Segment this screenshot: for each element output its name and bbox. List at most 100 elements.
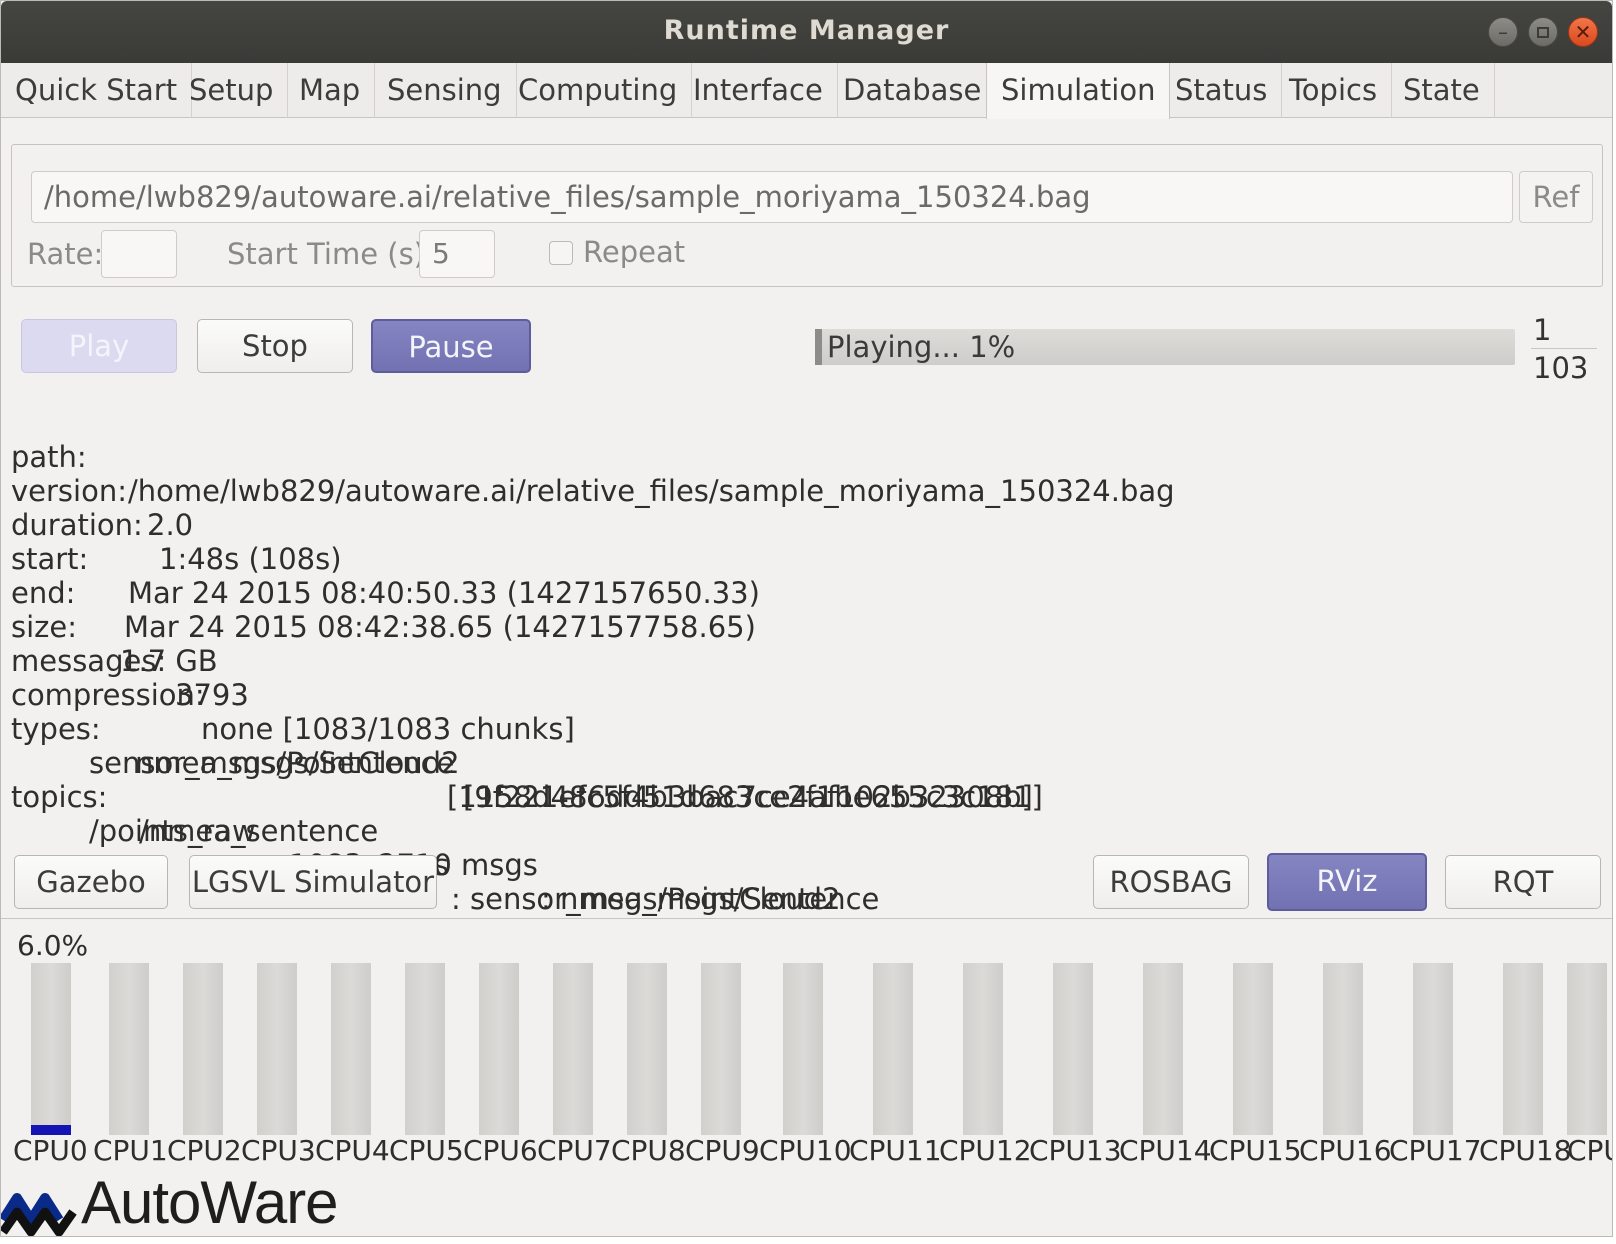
minimize-button[interactable]: – — [1488, 17, 1518, 47]
cpu-label: CPU7 — [537, 1134, 612, 1167]
info-value: Mar 24 2015 08:40:50.33 (1427157650.33) — [128, 576, 760, 610]
play-button[interactable]: Play — [21, 319, 177, 373]
cpu-bar — [963, 963, 1003, 1135]
info-row-version: version: 2.0 — [11, 440, 193, 542]
info-value: 1:48s (108s) — [159, 542, 342, 576]
cpu-label: CPU5 — [389, 1134, 464, 1167]
start-time-field[interactable]: 5 — [419, 230, 495, 278]
rate-label: Rate: — [27, 237, 104, 271]
playback-progress-bar: Playing... 1% — [815, 329, 1515, 365]
cpu-bar — [553, 963, 593, 1135]
cpu-bar — [701, 963, 741, 1135]
cpu-bar — [109, 963, 149, 1135]
info-row-start: start: Mar 24 2015 08:40:50.33 (14271576… — [11, 508, 760, 610]
info-row-duration: duration: 1:48s (108s) — [11, 474, 342, 576]
cpu-bar — [31, 963, 71, 1135]
repeat-checkbox[interactable] — [549, 241, 573, 265]
info-row-end: end: Mar 24 2015 08:42:38.65 (1427157758… — [11, 542, 756, 644]
cpu-bar — [257, 963, 297, 1135]
info-value: 2.0 — [147, 508, 194, 542]
topic-type: : sensor_msgs/PointCloud2 — [451, 882, 841, 916]
cpu-bar — [627, 963, 667, 1135]
topic-name: /points_raw — [89, 814, 256, 848]
bag-info-panel: path: /home/lwb829/autoware.ai/relative_… — [11, 406, 1175, 916]
rviz-button[interactable]: RViz — [1267, 853, 1427, 911]
pause-button[interactable]: Pause — [371, 319, 531, 373]
autoware-logo-icon — [1, 1193, 77, 1236]
start-time-label: Start Time (s): — [227, 237, 435, 271]
tab-topics[interactable]: Topics — [1275, 63, 1393, 118]
cpu-label: CPU12 — [939, 1134, 1032, 1167]
ref-button[interactable]: Ref — [1519, 171, 1593, 223]
cpu-bar — [1323, 963, 1363, 1135]
cpu-percent-label: 6.0% — [17, 929, 89, 962]
cpu-label: CPU14 — [1119, 1134, 1212, 1167]
tab-quick-start[interactable]: Quick Start — [1, 63, 193, 118]
cpu-label: CPU9 — [685, 1134, 760, 1167]
info-value: none [1083/1083 chunks] — [201, 712, 575, 746]
cpu-bar — [1567, 963, 1607, 1135]
progress-text: Playing... 1% — [827, 330, 1016, 364]
cpu-label: CPU11 — [849, 1134, 942, 1167]
gazebo-button[interactable]: Gazebo — [14, 855, 168, 909]
rosbag-button[interactable]: ROSBAG — [1093, 855, 1249, 909]
cpu-label: CPU18 — [1479, 1134, 1572, 1167]
tab-status[interactable]: Status — [1161, 63, 1283, 118]
tab-interface[interactable]: Interface — [679, 63, 838, 118]
cpu-bar — [405, 963, 445, 1135]
info-row-path: path: /home/lwb829/autoware.ai/relative_… — [11, 406, 1175, 508]
rqt-button[interactable]: RQT — [1445, 855, 1601, 909]
tab-computing[interactable]: Computing — [504, 63, 693, 118]
info-row-messages: messages: 3793 — [11, 610, 249, 712]
cpu-label: CPU4 — [315, 1134, 390, 1167]
cpu-label: CPU3 — [241, 1134, 316, 1167]
cpu-bar — [331, 963, 371, 1135]
cpu-bar — [783, 963, 823, 1135]
repeat-label: Repeat — [583, 235, 686, 269]
tab-simulation[interactable]: Simulation — [986, 63, 1171, 119]
cpu-bar — [1413, 963, 1453, 1135]
close-button[interactable]: ✕ — [1568, 17, 1598, 47]
info-row-types: types: nmea_msgs/Sentence [9f221efc5f4b3… — [11, 678, 1033, 814]
cpu-label: CPU10 — [759, 1134, 852, 1167]
close-icon: ✕ — [1574, 20, 1592, 44]
info-row-compression: compression: none [1083/1083 chunks] — [11, 644, 575, 746]
cpu-label: CPU2 — [167, 1134, 242, 1167]
tab-sensing[interactable]: Sensing — [373, 63, 517, 118]
rate-field[interactable] — [101, 230, 177, 278]
maximize-icon — [1537, 26, 1549, 38]
progress-counter-total: 103 — [1533, 351, 1589, 385]
cpu-bar — [1143, 963, 1183, 1135]
cpu-bar — [183, 963, 223, 1135]
bag-path-field[interactable]: /home/lwb829/autoware.ai/relative_files/… — [31, 171, 1513, 223]
cpu-bar — [479, 963, 519, 1135]
cpu-bar — [873, 963, 913, 1135]
info-value: /home/lwb829/autoware.ai/relative_files/… — [128, 474, 1175, 508]
cpu-bar — [1233, 963, 1273, 1135]
cpu-label: CPU17 — [1389, 1134, 1482, 1167]
stop-button[interactable]: Stop — [197, 319, 353, 373]
cpu-label: CPU1 — [93, 1134, 168, 1167]
cpu-bar — [1503, 963, 1543, 1135]
title-bar[interactable]: Runtime Manager – ✕ — [1, 1, 1612, 63]
cpu-label: CPU13 — [1029, 1134, 1122, 1167]
tab-setup[interactable]: Setup — [175, 63, 289, 118]
maximize-button[interactable] — [1528, 17, 1558, 47]
window-title: Runtime Manager — [663, 15, 950, 46]
type-name: sensor_msgs/PointCloud2 — [89, 746, 460, 780]
cpu-bar — [1053, 963, 1093, 1135]
info-row-size: size: 1.7 GB — [11, 576, 218, 678]
tab-state[interactable]: State — [1389, 63, 1495, 118]
runtime-manager-window: Runtime Manager – ✕ Quick Start Setup Ma… — [0, 0, 1613, 1237]
cpu-label: CPU0 — [13, 1134, 88, 1167]
progress-counter-current: 1 — [1533, 313, 1552, 347]
autoware-logo-text: AutoWare — [81, 1169, 339, 1236]
progress-counter-divider — [1531, 348, 1597, 349]
tab-map[interactable]: Map — [285, 63, 376, 118]
tab-database[interactable]: Database — [829, 63, 997, 118]
info-row-topics-cont: /points_raw 1083 msgs : sensor_msgs/Poin… — [11, 780, 841, 916]
info-row-topics: topics: /nmea_sentence 2710 msgs : nmea_… — [11, 746, 879, 916]
cpu-label: CPU8 — [611, 1134, 686, 1167]
cpu-label: CPU16 — [1299, 1134, 1392, 1167]
lgsvl-simulator-button[interactable]: LGSVL Simulator — [189, 855, 437, 909]
